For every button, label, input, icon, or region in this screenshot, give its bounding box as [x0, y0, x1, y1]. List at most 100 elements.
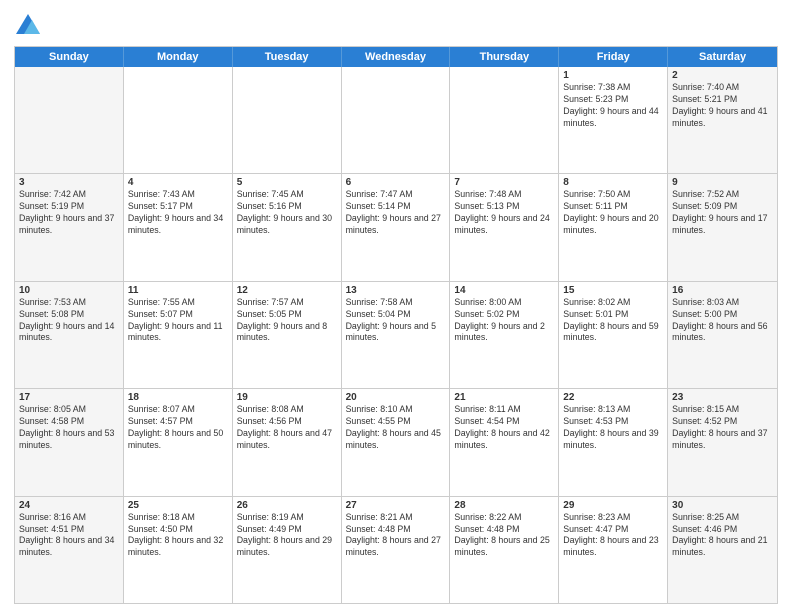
calendar-header: SundayMondayTuesdayWednesdayThursdayFrid… — [15, 47, 777, 67]
day-info: Sunrise: 8:02 AMSunset: 5:01 PMDaylight:… — [563, 297, 663, 345]
calendar-day-7: 7Sunrise: 7:48 AMSunset: 5:13 PMDaylight… — [450, 174, 559, 280]
header-day-saturday: Saturday — [668, 47, 777, 67]
calendar-day-10: 10Sunrise: 7:53 AMSunset: 5:08 PMDayligh… — [15, 282, 124, 388]
day-number: 11 — [128, 285, 228, 296]
day-number: 19 — [237, 392, 337, 403]
day-info: Sunrise: 8:16 AMSunset: 4:51 PMDaylight:… — [19, 512, 119, 560]
day-info: Sunrise: 7:48 AMSunset: 5:13 PMDaylight:… — [454, 189, 554, 237]
calendar-week-4: 17Sunrise: 8:05 AMSunset: 4:58 PMDayligh… — [15, 388, 777, 495]
day-number: 10 — [19, 285, 119, 296]
calendar-day-9: 9Sunrise: 7:52 AMSunset: 5:09 PMDaylight… — [668, 174, 777, 280]
header-day-thursday: Thursday — [450, 47, 559, 67]
day-number: 4 — [128, 177, 228, 188]
header — [14, 12, 778, 40]
calendar-week-1: 1Sunrise: 7:38 AMSunset: 5:23 PMDaylight… — [15, 67, 777, 173]
day-info: Sunrise: 7:57 AMSunset: 5:05 PMDaylight:… — [237, 297, 337, 345]
day-number: 14 — [454, 285, 554, 296]
calendar-day-4: 4Sunrise: 7:43 AMSunset: 5:17 PMDaylight… — [124, 174, 233, 280]
calendar-day-12: 12Sunrise: 7:57 AMSunset: 5:05 PMDayligh… — [233, 282, 342, 388]
calendar-day-2: 2Sunrise: 7:40 AMSunset: 5:21 PMDaylight… — [668, 67, 777, 173]
day-number: 6 — [346, 177, 446, 188]
logo — [14, 12, 46, 40]
calendar-empty-cell — [15, 67, 124, 173]
day-info: Sunrise: 8:11 AMSunset: 4:54 PMDaylight:… — [454, 404, 554, 452]
day-number: 18 — [128, 392, 228, 403]
calendar-day-20: 20Sunrise: 8:10 AMSunset: 4:55 PMDayligh… — [342, 389, 451, 495]
calendar-day-8: 8Sunrise: 7:50 AMSunset: 5:11 PMDaylight… — [559, 174, 668, 280]
day-info: Sunrise: 8:00 AMSunset: 5:02 PMDaylight:… — [454, 297, 554, 345]
calendar-day-26: 26Sunrise: 8:19 AMSunset: 4:49 PMDayligh… — [233, 497, 342, 603]
calendar-day-11: 11Sunrise: 7:55 AMSunset: 5:07 PMDayligh… — [124, 282, 233, 388]
day-info: Sunrise: 7:50 AMSunset: 5:11 PMDaylight:… — [563, 189, 663, 237]
day-info: Sunrise: 8:15 AMSunset: 4:52 PMDaylight:… — [672, 404, 773, 452]
day-number: 22 — [563, 392, 663, 403]
calendar-empty-cell — [233, 67, 342, 173]
day-info: Sunrise: 8:23 AMSunset: 4:47 PMDaylight:… — [563, 512, 663, 560]
day-number: 17 — [19, 392, 119, 403]
calendar-day-17: 17Sunrise: 8:05 AMSunset: 4:58 PMDayligh… — [15, 389, 124, 495]
day-info: Sunrise: 8:10 AMSunset: 4:55 PMDaylight:… — [346, 404, 446, 452]
day-number: 5 — [237, 177, 337, 188]
day-number: 12 — [237, 285, 337, 296]
day-info: Sunrise: 8:05 AMSunset: 4:58 PMDaylight:… — [19, 404, 119, 452]
calendar-day-25: 25Sunrise: 8:18 AMSunset: 4:50 PMDayligh… — [124, 497, 233, 603]
day-number: 16 — [672, 285, 773, 296]
day-info: Sunrise: 7:47 AMSunset: 5:14 PMDaylight:… — [346, 189, 446, 237]
calendar-day-21: 21Sunrise: 8:11 AMSunset: 4:54 PMDayligh… — [450, 389, 559, 495]
day-info: Sunrise: 7:55 AMSunset: 5:07 PMDaylight:… — [128, 297, 228, 345]
calendar-day-18: 18Sunrise: 8:07 AMSunset: 4:57 PMDayligh… — [124, 389, 233, 495]
calendar-empty-cell — [124, 67, 233, 173]
day-info: Sunrise: 8:22 AMSunset: 4:48 PMDaylight:… — [454, 512, 554, 560]
day-info: Sunrise: 7:53 AMSunset: 5:08 PMDaylight:… — [19, 297, 119, 345]
day-info: Sunrise: 8:07 AMSunset: 4:57 PMDaylight:… — [128, 404, 228, 452]
day-number: 1 — [563, 70, 663, 81]
day-number: 30 — [672, 500, 773, 511]
calendar-day-24: 24Sunrise: 8:16 AMSunset: 4:51 PMDayligh… — [15, 497, 124, 603]
calendar-day-23: 23Sunrise: 8:15 AMSunset: 4:52 PMDayligh… — [668, 389, 777, 495]
day-number: 7 — [454, 177, 554, 188]
day-number: 28 — [454, 500, 554, 511]
calendar-day-28: 28Sunrise: 8:22 AMSunset: 4:48 PMDayligh… — [450, 497, 559, 603]
calendar-week-3: 10Sunrise: 7:53 AMSunset: 5:08 PMDayligh… — [15, 281, 777, 388]
header-day-wednesday: Wednesday — [342, 47, 451, 67]
logo-icon — [14, 12, 42, 40]
calendar-week-5: 24Sunrise: 8:16 AMSunset: 4:51 PMDayligh… — [15, 496, 777, 603]
calendar-empty-cell — [450, 67, 559, 173]
calendar-empty-cell — [342, 67, 451, 173]
day-info: Sunrise: 8:03 AMSunset: 5:00 PMDaylight:… — [672, 297, 773, 345]
header-day-sunday: Sunday — [15, 47, 124, 67]
header-day-monday: Monday — [124, 47, 233, 67]
day-info: Sunrise: 7:38 AMSunset: 5:23 PMDaylight:… — [563, 82, 663, 130]
day-number: 24 — [19, 500, 119, 511]
day-info: Sunrise: 7:43 AMSunset: 5:17 PMDaylight:… — [128, 189, 228, 237]
page: SundayMondayTuesdayWednesdayThursdayFrid… — [0, 0, 792, 612]
day-number: 8 — [563, 177, 663, 188]
day-number: 25 — [128, 500, 228, 511]
header-day-tuesday: Tuesday — [233, 47, 342, 67]
day-number: 3 — [19, 177, 119, 188]
day-info: Sunrise: 8:18 AMSunset: 4:50 PMDaylight:… — [128, 512, 228, 560]
day-number: 9 — [672, 177, 773, 188]
calendar: SundayMondayTuesdayWednesdayThursdayFrid… — [14, 46, 778, 604]
calendar-day-19: 19Sunrise: 8:08 AMSunset: 4:56 PMDayligh… — [233, 389, 342, 495]
day-number: 13 — [346, 285, 446, 296]
day-number: 29 — [563, 500, 663, 511]
day-number: 26 — [237, 500, 337, 511]
day-info: Sunrise: 7:42 AMSunset: 5:19 PMDaylight:… — [19, 189, 119, 237]
calendar-day-30: 30Sunrise: 8:25 AMSunset: 4:46 PMDayligh… — [668, 497, 777, 603]
calendar-day-3: 3Sunrise: 7:42 AMSunset: 5:19 PMDaylight… — [15, 174, 124, 280]
day-number: 15 — [563, 285, 663, 296]
calendar-week-2: 3Sunrise: 7:42 AMSunset: 5:19 PMDaylight… — [15, 173, 777, 280]
day-info: Sunrise: 7:52 AMSunset: 5:09 PMDaylight:… — [672, 189, 773, 237]
day-info: Sunrise: 7:58 AMSunset: 5:04 PMDaylight:… — [346, 297, 446, 345]
calendar-day-29: 29Sunrise: 8:23 AMSunset: 4:47 PMDayligh… — [559, 497, 668, 603]
day-info: Sunrise: 7:45 AMSunset: 5:16 PMDaylight:… — [237, 189, 337, 237]
day-info: Sunrise: 8:21 AMSunset: 4:48 PMDaylight:… — [346, 512, 446, 560]
day-info: Sunrise: 7:40 AMSunset: 5:21 PMDaylight:… — [672, 82, 773, 130]
calendar-day-5: 5Sunrise: 7:45 AMSunset: 5:16 PMDaylight… — [233, 174, 342, 280]
day-info: Sunrise: 8:19 AMSunset: 4:49 PMDaylight:… — [237, 512, 337, 560]
day-number: 21 — [454, 392, 554, 403]
calendar-day-13: 13Sunrise: 7:58 AMSunset: 5:04 PMDayligh… — [342, 282, 451, 388]
day-number: 27 — [346, 500, 446, 511]
day-number: 2 — [672, 70, 773, 81]
